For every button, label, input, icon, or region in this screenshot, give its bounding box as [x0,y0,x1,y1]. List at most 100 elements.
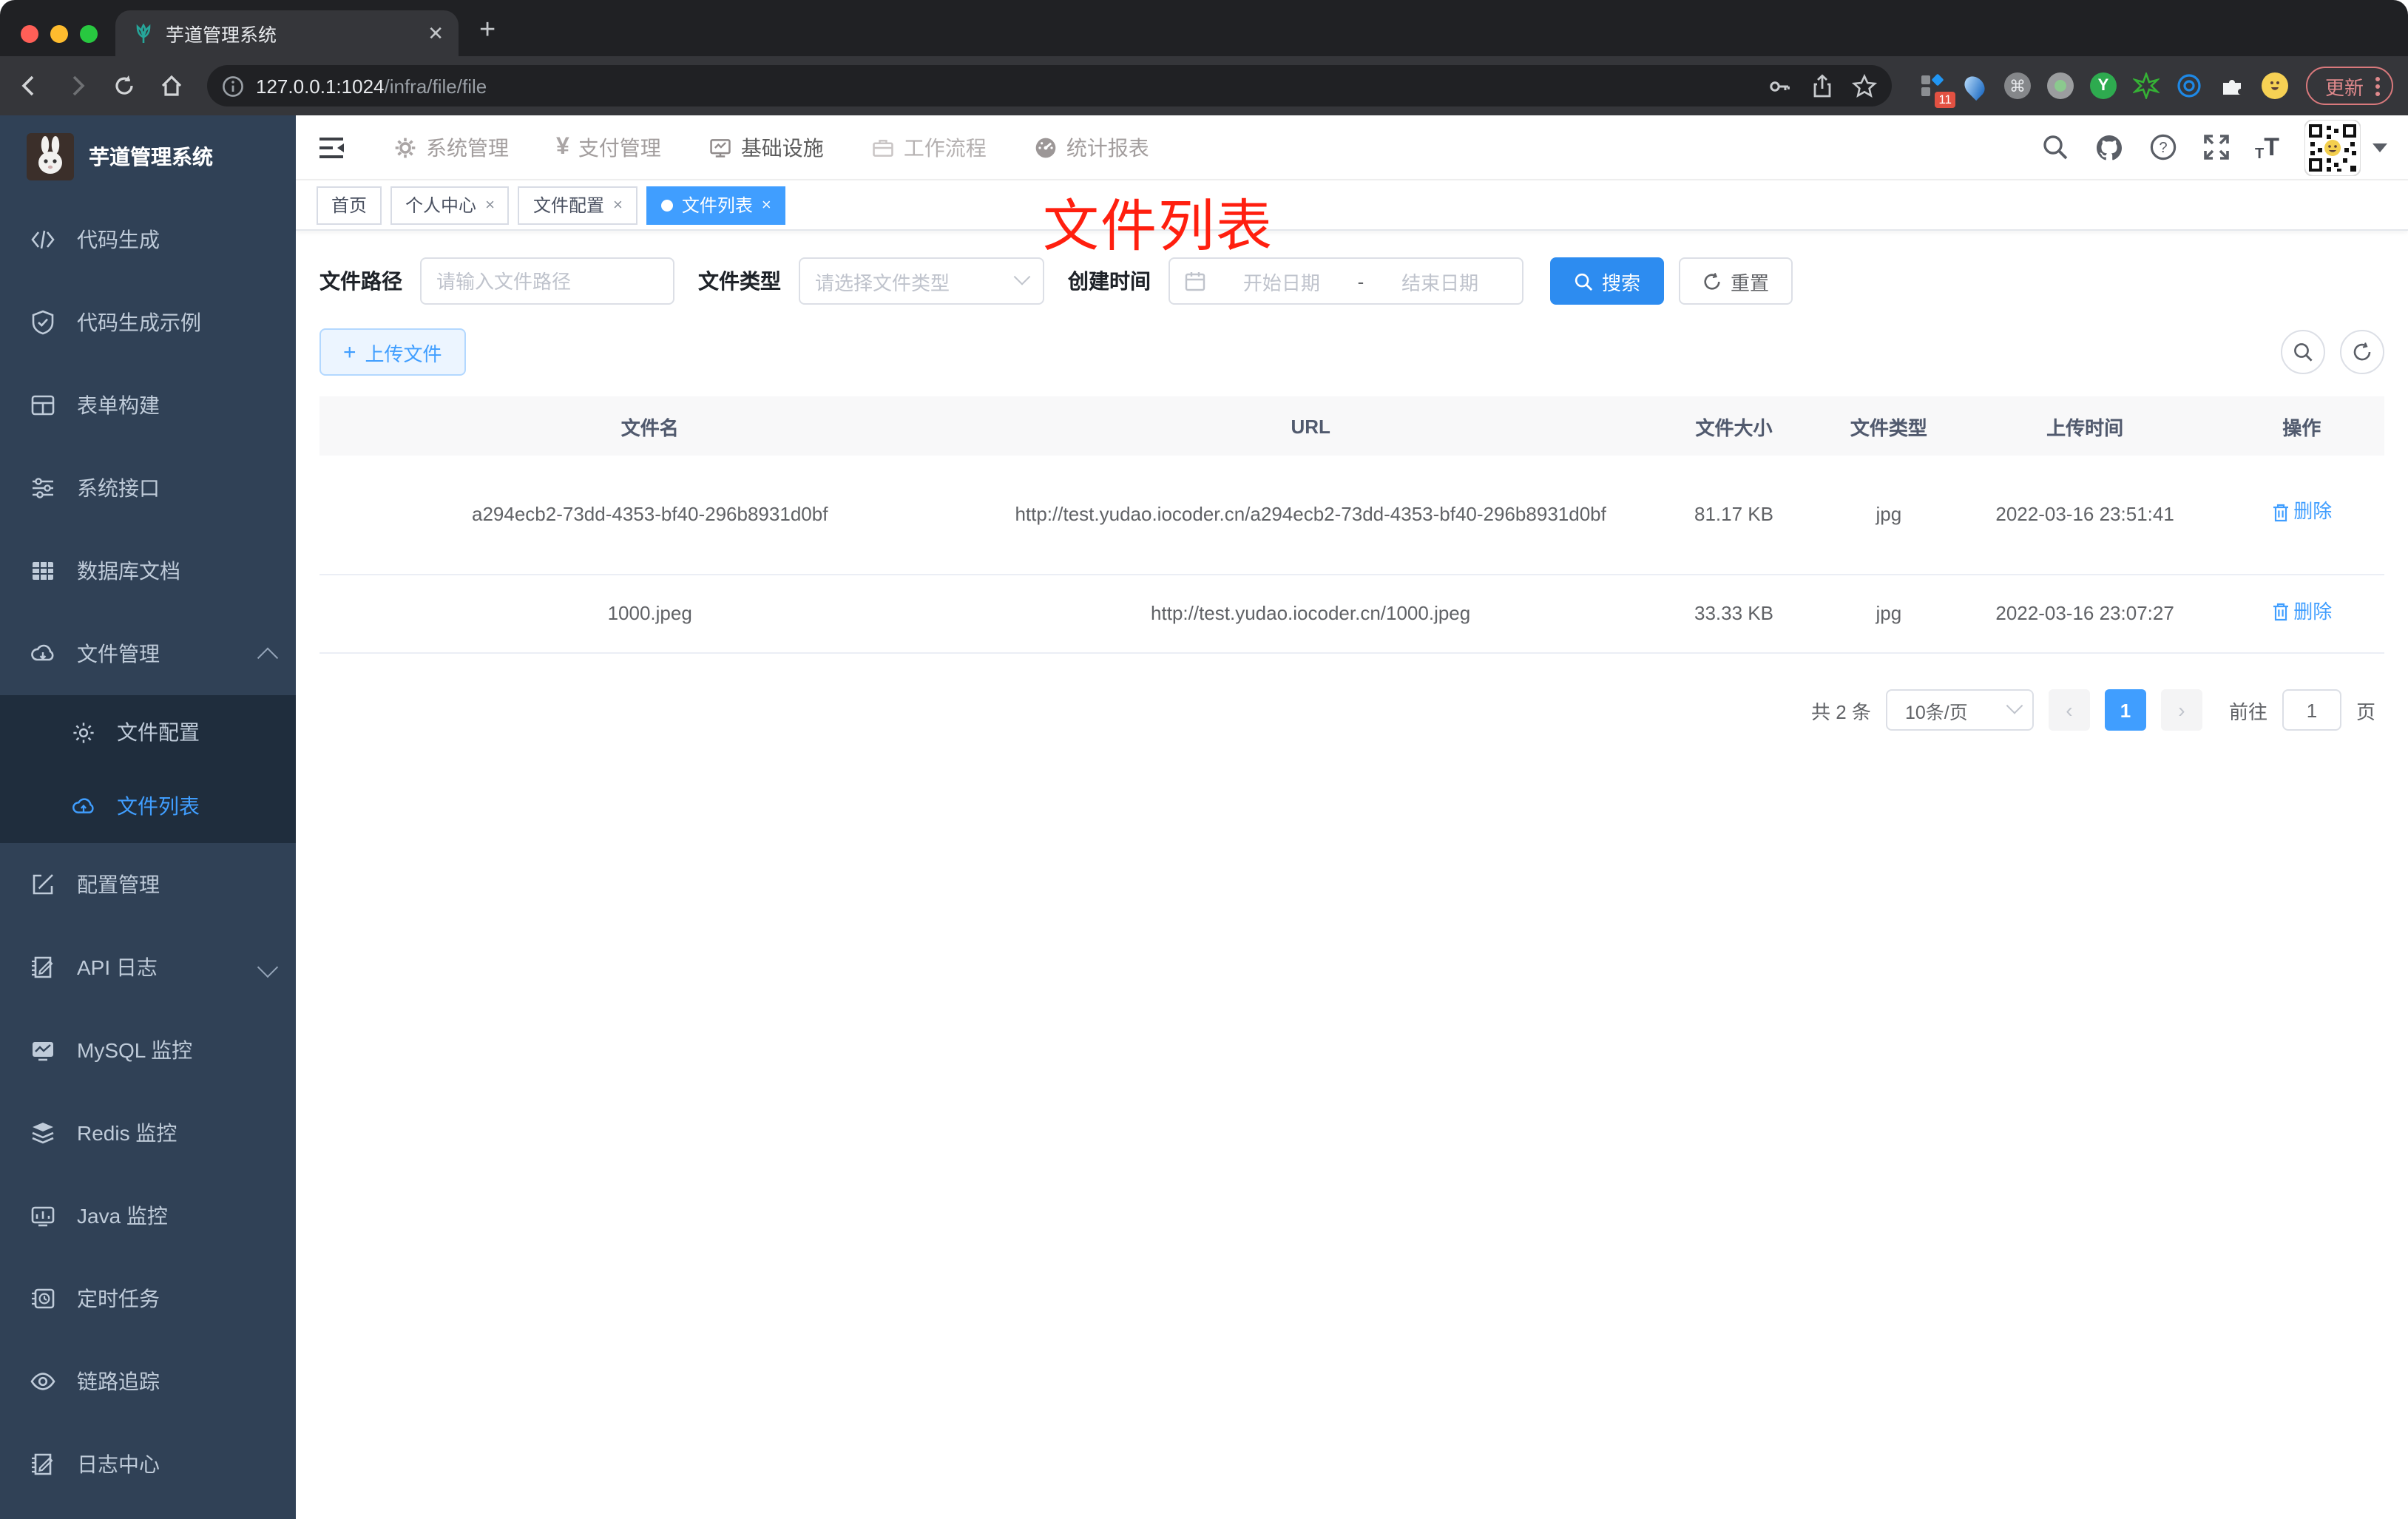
sidebar-item-log-center[interactable]: 日志中心 [0,1423,296,1506]
date-start[interactable]: 开始日期 [1214,267,1349,295]
sidebar-item-trace[interactable]: 链路追踪 [0,1340,296,1423]
site-info-icon[interactable] [222,75,244,97]
plus-icon: + [343,339,356,365]
sidebar-item-cron-job[interactable]: 定时任务 [0,1257,296,1340]
sidebar-item-java-monitor[interactable]: Java 监控 [0,1174,296,1257]
search-icon[interactable] [2040,133,2069,161]
home-button[interactable] [151,65,192,106]
top-menu-report[interactable]: 统计报表 [1016,115,1167,180]
browser-tab[interactable]: 芋道管理系统 ✕ [115,10,459,56]
sidebar-item-system-api[interactable]: 系统接口 [0,447,296,530]
tag-close-icon[interactable]: × [762,196,771,214]
extension-puzzle-icon[interactable] [2219,72,2245,99]
cell-file-name: 1000.jpeg [319,574,981,654]
tag-close-icon[interactable]: × [485,196,495,214]
file-type-select[interactable]: 请选择文件类型 [799,257,1044,305]
tab-close-icon[interactable]: ✕ [427,24,444,43]
extension-emoji-icon[interactable] [2261,72,2288,99]
extension-eye-icon[interactable] [2176,72,2202,99]
sidebar-item-code-generation[interactable]: 代码生成 [0,198,296,281]
address-bar[interactable]: 127.0.0.1:1024/infra/file/file [207,65,1892,106]
top-menu-infra[interactable]: 基础设施 [691,115,842,180]
new-tab-button[interactable]: + [459,15,496,56]
sidebar-item-mysql-monitor[interactable]: MySQL 监控 [0,1009,296,1092]
tag-file-list[interactable]: 文件列表 × [646,186,786,224]
goto-suffix: 页 [2355,700,2375,723]
logo-rabbit-icon [27,133,74,180]
page-size-select[interactable]: 10条/页 [1885,689,2034,731]
cloud-upload-icon [72,797,94,813]
schedule-icon [32,1288,55,1309]
next-page-button[interactable]: › [2160,689,2202,731]
extension-star-icon[interactable] [2132,72,2160,99]
extension-yudao-icon[interactable]: Y [2089,72,2117,99]
delete-button[interactable]: 删除 [2271,595,2332,628]
delete-button[interactable]: 删除 [2271,496,2332,529]
refresh-table-button[interactable] [2340,330,2384,374]
sidebar-item-file-config[interactable]: 文件配置 [0,695,296,769]
page-1-button[interactable]: 1 [2104,689,2146,731]
sidebar-item-code-demo[interactable]: 代码生成示例 [0,281,296,364]
file-path-input[interactable] [436,270,658,292]
extension-record-icon[interactable] [2046,72,2074,99]
browser-menu-icon[interactable] [2375,76,2380,95]
eye-icon [30,1373,55,1390]
date-end[interactable]: 结束日期 [1373,267,1507,295]
navbar-right: ? TT [2040,119,2387,175]
calendar-icon [1185,272,1205,291]
tag-close-icon[interactable]: × [613,196,623,214]
fontsize-icon[interactable]: TT [2255,132,2279,162]
close-window-button[interactable] [21,25,38,43]
date-range-picker[interactable]: 开始日期 - 结束日期 [1169,257,1523,305]
log-edit-icon [32,956,53,978]
prev-page-button[interactable]: ‹ [2048,689,2090,731]
goto-label: 前往 [2228,700,2267,723]
gear-icon [395,137,416,158]
extension-balloon-icon[interactable] [1960,71,1989,101]
table-row: a294ecb2-73dd-4353-bf40-296b8931d0bf htt… [319,456,2384,575]
zoom-window-button[interactable] [80,25,98,43]
bookmark-star-icon[interactable] [1851,73,1877,98]
help-icon[interactable]: ? [2148,133,2177,161]
shield-check-icon [32,310,54,335]
reset-button[interactable]: 重置 [1679,257,1793,305]
toggle-search-button[interactable] [2281,330,2325,374]
top-menu-pay[interactable]: ¥ 支付管理 [538,115,679,180]
sidebar-item-config-management[interactable]: 配置管理 [0,843,296,926]
sidebar-item-file-management[interactable]: 文件管理 [0,612,296,695]
password-key-icon[interactable] [1768,73,1793,98]
cell-file-type: jpg [1827,456,1951,575]
goto-page-input[interactable]: 1 [2282,689,2341,731]
app-logo[interactable]: 芋道管理系统 [0,115,296,198]
browser-update-button[interactable]: 更新 [2305,67,2393,105]
github-icon[interactable] [2094,132,2123,162]
tag-file-config[interactable]: 文件配置 × [518,186,637,224]
cell-file-size: 81.17 KB [1640,456,1827,575]
tag-profile[interactable]: 个人中心 × [390,186,510,224]
sidebar-fold-icon[interactable] [317,132,346,162]
back-button[interactable] [9,65,50,106]
minimize-window-button[interactable] [50,25,68,43]
browser-toolbar: 127.0.0.1:1024/infra/file/file 11 ⌘ Y 更新 [0,56,2408,115]
sidebar-item-file-list[interactable]: 文件列表 [0,769,296,843]
sidebar-item-form-builder[interactable]: 表单构建 [0,364,296,447]
share-icon[interactable] [1810,73,1834,98]
pagination: 共 2 条 10条/页 ‹ 1 › 前往 1 页 [319,689,2384,731]
user-avatar[interactable] [2304,119,2387,175]
fullscreen-icon[interactable] [2202,133,2230,161]
table-grid-icon [33,562,53,580]
sidebar-item-api-log[interactable]: API 日志 [0,926,296,1009]
top-menu-workflow[interactable]: 工作流程 [853,115,1004,180]
upload-file-button[interactable]: + 上传文件 [319,328,466,376]
extension-grid-diamond-icon[interactable]: 11 [1918,72,1955,108]
window-controls[interactable] [0,25,115,56]
extension-command-icon[interactable]: ⌘ [2003,72,2031,99]
forward-button[interactable] [56,65,98,106]
tag-home[interactable]: 首页 [317,186,382,224]
reload-button[interactable] [104,65,145,106]
top-menu-system[interactable]: 系统管理 [376,115,527,180]
search-button[interactable]: 搜索 [1550,257,1665,305]
active-dot [660,199,673,211]
sidebar-item-redis-monitor[interactable]: Redis 监控 [0,1092,296,1174]
sidebar-item-db-doc[interactable]: 数据库文档 [0,530,296,612]
